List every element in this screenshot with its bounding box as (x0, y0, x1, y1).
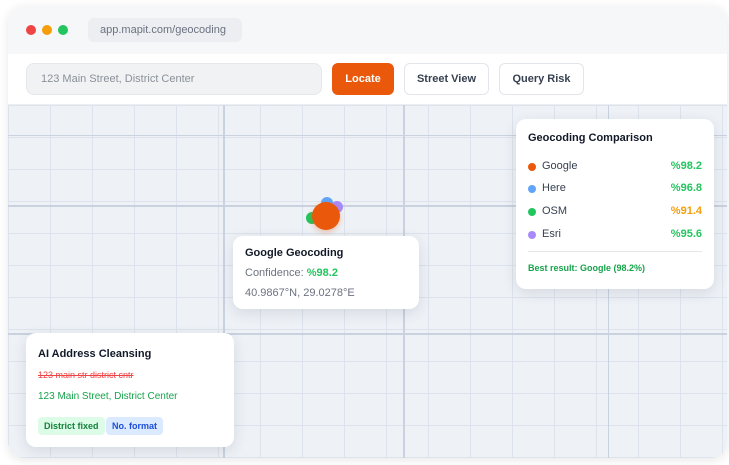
provider-name: OSM (542, 205, 568, 217)
minimize-window-button[interactable] (42, 25, 52, 35)
provider-row-osm: OSM %91.4 (528, 204, 702, 220)
provider-score: %98.2 (670, 160, 702, 172)
provider-score: %95.6 (670, 228, 702, 240)
title-bar: app.mapit.com/geocoding (8, 6, 727, 55)
original-address-text: 123 main str district cntr (38, 370, 134, 380)
here-color-swatch (528, 185, 536, 193)
cleaned-address-text: 123 Main Street, District Center (38, 391, 178, 402)
provider-score: %91.4 (670, 205, 702, 217)
district-fixed-tag: District fixed (38, 417, 105, 435)
comparison-divider (528, 251, 702, 252)
locate-button[interactable]: Locate (332, 63, 394, 95)
provider-name: Here (542, 182, 566, 194)
provider-score: %96.8 (670, 182, 702, 194)
provider-name: Esri (542, 228, 561, 240)
close-window-button[interactable] (26, 25, 36, 35)
google-marker-icon[interactable] (312, 202, 340, 230)
confidence-row: Confidence: %98.2 (245, 267, 338, 279)
provider-row-google: Google %98.2 (528, 159, 702, 175)
esri-color-swatch (528, 231, 536, 239)
best-result-text: Best result: Google (98.2%) (528, 263, 646, 273)
provider-row-esri: Esri %95.6 (528, 227, 702, 243)
comparison-title: Geocoding Comparison (528, 132, 653, 144)
geocoding-comparison-panel: Geocoding Comparison Google %98.2 Here %… (516, 119, 714, 289)
confidence-label: Confidence: (245, 267, 304, 279)
browser-window: app.mapit.com/geocoding 123 Main Street,… (8, 6, 727, 458)
query-risk-button[interactable]: Query Risk (499, 63, 584, 95)
address-bar[interactable]: app.mapit.com/geocoding (88, 18, 242, 42)
coordinates-text: 40.9867°N, 29.0278°E (245, 287, 355, 299)
ai-address-cleansing-panel: AI Address Cleansing 123 main str distri… (26, 333, 234, 447)
popup-title: Google Geocoding (245, 247, 344, 259)
address-search-input[interactable]: 123 Main Street, District Center (26, 63, 322, 95)
google-color-swatch (528, 163, 536, 171)
osm-color-swatch (528, 208, 536, 216)
street-view-button[interactable]: Street View (404, 63, 489, 95)
provider-row-here: Here %96.8 (528, 181, 702, 197)
provider-name: Google (542, 160, 578, 172)
cleansing-title: AI Address Cleansing (38, 348, 152, 360)
geocode-popup: Google Geocoding Confidence: %98.2 40.98… (233, 236, 419, 309)
maximize-window-button[interactable] (58, 25, 68, 35)
toolbar: 123 Main Street, District Center Locate … (8, 54, 727, 105)
confidence-value: %98.2 (306, 267, 338, 279)
number-format-tag: No. format (106, 417, 163, 435)
